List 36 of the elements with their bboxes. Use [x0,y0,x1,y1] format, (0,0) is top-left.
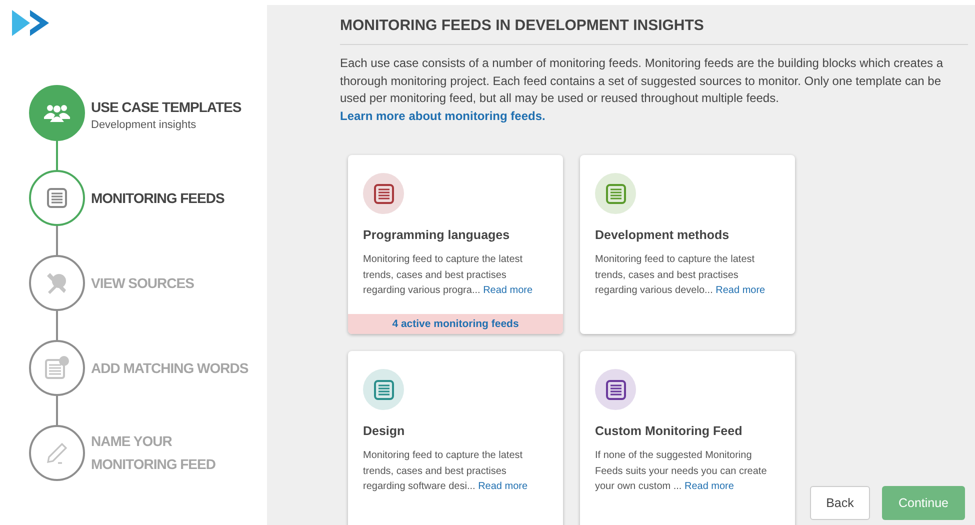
step-title: VIEW SOURCES [91,274,195,292]
step-title: ADD MATCHING WORDS [91,358,249,378]
read-more-link[interactable]: Read more [684,481,734,492]
learn-more-link[interactable]: Learn more about monitoring feeds. [340,108,546,122]
document-icon [44,356,70,380]
read-more-link[interactable]: Read more [478,481,528,492]
active-feeds-bar[interactable]: 4 active monitoring feeds [348,314,563,334]
step-title: NAME YOUR MONITORING FEED [91,432,216,474]
read-more-link[interactable]: Read more [716,285,766,296]
feed-card[interactable]: Custom Monitoring Feed If none of the suggested Monitoring Feeds suits your needs you can create your own custom ... Read more [580,351,795,525]
feed-card[interactable]: Development methods Monitoring feed to capture the latest trends, cases and best practises regarding various develo... Read more [580,155,795,334]
step-title: MONITORING FEEDS [91,188,226,208]
step-subtitle: Development insights [91,118,198,130]
card-description: Monitoring feed to capture the latest trends, cases and best practises regarding various progra... Read more [363,253,534,298]
intro-paragraph: Each use case consists of a number of monitoring feeds. Monitoring feeds are the building blocks which creates a thorough monitoring project. Each feed contains a set of suggested sources to monitor. Only one template can be used per monitoring feed, but all may be used or reused throughout multiple feeds. Learn more about monitoring feeds. [340,55,944,124]
list-icon [372,378,394,400]
card-description: Monitoring feed to capture the latest trends, cases and best practises regarding software desi... Read more [363,449,529,494]
list-icon [372,182,394,204]
people-icon [43,103,71,123]
list-icon [604,378,626,400]
read-more-link[interactable]: Read more [483,285,533,296]
card-title: Design [363,424,406,438]
list-icon [604,182,626,204]
card-title: Custom Monitoring Feed [595,424,744,438]
back-button[interactable]: Back [810,486,870,520]
step-title: USE CASE TEMPLATES [91,98,242,116]
pencil-icon [44,440,70,466]
list-icon [46,187,68,209]
page-heading: MONITORING FEEDS IN DEVELOPMENT INSIGHTS [340,17,968,45]
feed-card[interactable]: Programming languages Monitoring feed to capture the latest trends, cases and best practises regarding various progra... Read more 4 active monitoring feeds [348,155,563,334]
card-description: If none of the suggested Monitoring Feeds suits your needs you can create your own custom ... Read more [595,449,768,494]
feed-card[interactable]: Design Monitoring feed to capture the latest trends, cases and best practises regarding software desi... Read more [348,351,563,525]
card-title: Programming languages [363,228,511,242]
logo-icon [12,10,50,36]
card-description: Monitoring feed to capture the latest trends, cases and best practises regarding various develo... Read more [595,253,766,298]
card-title: Development methods [595,228,730,242]
